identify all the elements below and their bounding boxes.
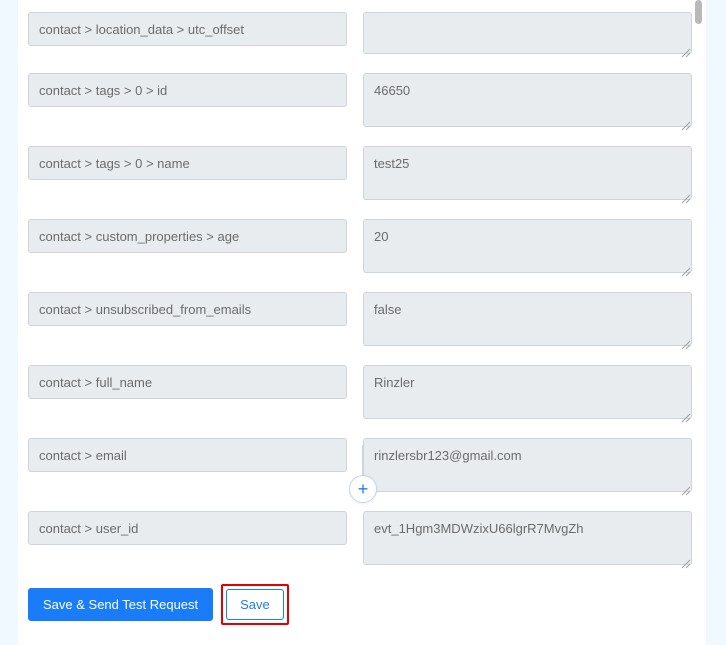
actions-row: Save & Send Test Request Save xyxy=(18,584,706,625)
field-value-wrap xyxy=(363,73,692,132)
field-value[interactable] xyxy=(363,146,692,200)
field-row: contact > user_id xyxy=(18,511,706,570)
field-value-wrap xyxy=(363,438,692,497)
field-row: contact > unsubscribed_from_emails xyxy=(18,292,706,351)
scrollbar-thumb[interactable] xyxy=(695,0,702,24)
field-row: contact > full_name xyxy=(18,365,706,424)
field-value-wrap xyxy=(363,146,692,205)
field-key: contact > tags > 0 > id xyxy=(28,73,347,107)
field-value[interactable] xyxy=(363,438,692,492)
mapping-card: contact > location_data > utc_offsetcont… xyxy=(18,0,706,645)
field-row: contact > custom_properties > age xyxy=(18,219,706,278)
field-key: contact > full_name xyxy=(28,365,347,399)
field-value[interactable] xyxy=(363,511,692,565)
plus-icon: + xyxy=(358,479,369,500)
save-send-test-button[interactable]: Save & Send Test Request xyxy=(28,588,213,621)
field-value[interactable] xyxy=(363,292,692,346)
field-value[interactable] xyxy=(363,12,692,54)
field-row: contact > tags > 0 > name xyxy=(18,146,706,205)
field-value[interactable] xyxy=(363,73,692,127)
field-key: contact > user_id xyxy=(28,511,347,545)
field-value-wrap xyxy=(363,292,692,351)
field-value[interactable] xyxy=(363,365,692,419)
field-key: contact > email xyxy=(28,438,347,472)
field-key: contact > tags > 0 > name xyxy=(28,146,347,180)
field-row: contact > location_data > utc_offset xyxy=(18,12,706,59)
field-row: contact > tags > 0 > id xyxy=(18,73,706,132)
field-key: contact > custom_properties > age xyxy=(28,219,347,253)
field-value-wrap xyxy=(363,511,692,570)
field-value-wrap xyxy=(363,12,692,59)
field-value-wrap xyxy=(363,219,692,278)
field-key: contact > location_data > utc_offset xyxy=(28,12,347,46)
field-value-wrap xyxy=(363,365,692,424)
add-step-button[interactable]: + xyxy=(349,475,377,503)
field-key: contact > unsubscribed_from_emails xyxy=(28,292,347,326)
field-value[interactable] xyxy=(363,219,692,273)
save-button[interactable]: Save xyxy=(226,589,284,620)
save-highlight: Save xyxy=(221,584,289,625)
